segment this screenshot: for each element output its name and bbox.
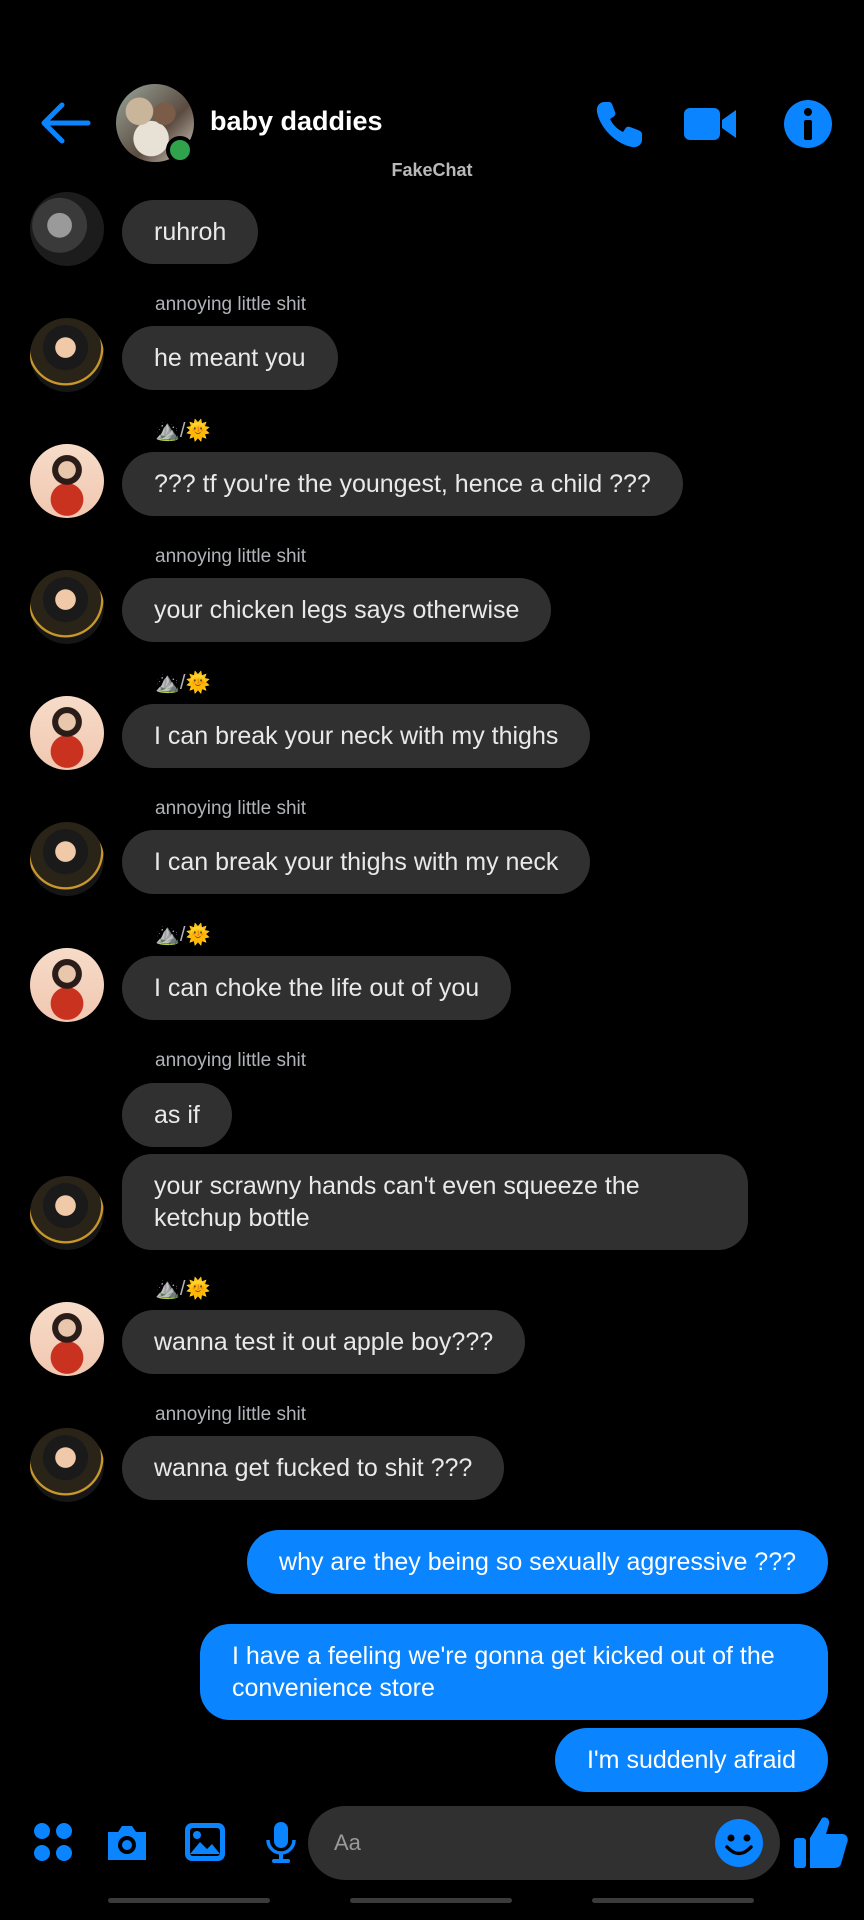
- nav-recent-button[interactable]: [108, 1898, 270, 1903]
- my-message-bubble[interactable]: why are they being so sexually aggressiv…: [247, 1530, 828, 1594]
- sender-name: ⛰️/🌞: [155, 924, 211, 946]
- sender-avatar[interactable]: [30, 444, 104, 518]
- thumbs-up-icon[interactable]: [792, 1814, 850, 1870]
- sender-avatar[interactable]: [30, 822, 104, 896]
- emoji-icon[interactable]: [712, 1816, 766, 1870]
- message-bubble[interactable]: ??? tf you're the youngest, hence a chil…: [122, 452, 683, 516]
- message-input-container[interactable]: [308, 1806, 780, 1880]
- message-bubble[interactable]: wanna get fucked to shit ???: [122, 1436, 505, 1500]
- sender-name: ⛰️/🌞: [155, 420, 211, 442]
- message-bubble[interactable]: as if: [122, 1083, 232, 1147]
- my-message-bubble[interactable]: I have a feeling we're gonna get kicked …: [200, 1624, 828, 1720]
- message-composer: [0, 1800, 864, 1880]
- sender-avatar[interactable]: [30, 1302, 104, 1376]
- nav-home-button[interactable]: [350, 1898, 512, 1903]
- sender-name: ⛰️/🌞: [155, 1278, 211, 1300]
- sender-avatar[interactable]: [30, 1428, 104, 1502]
- message-bubble[interactable]: I can break your thighs with my neck: [122, 830, 591, 894]
- watermark-text: FakeChat: [391, 160, 473, 180]
- sender-avatar[interactable]: [30, 318, 104, 392]
- message-bubble[interactable]: I can choke the life out of you: [122, 956, 512, 1020]
- info-icon[interactable]: [780, 96, 836, 152]
- message-bubble[interactable]: I can break your neck with my thighs: [122, 704, 591, 768]
- message-bubble[interactable]: wanna test it out apple boy???: [122, 1310, 526, 1374]
- sender-name: annoying little shit: [155, 1050, 307, 1071]
- arrow-left-icon[interactable]: [38, 100, 92, 146]
- sender-name: annoying little shit: [155, 546, 307, 567]
- sender-name: annoying little shit: [155, 798, 307, 819]
- chat-title[interactable]: baby daddies: [210, 106, 383, 137]
- message-bubble[interactable]: he meant you: [122, 326, 338, 390]
- sender-name: annoying little shit: [155, 294, 307, 315]
- message-bubble[interactable]: your scrawny hands can't even squeeze th…: [122, 1154, 748, 1250]
- message-input[interactable]: [334, 1824, 694, 1862]
- apps-icon[interactable]: [30, 1820, 76, 1864]
- microphone-icon[interactable]: [258, 1820, 304, 1864]
- sender-avatar[interactable]: [30, 696, 104, 770]
- phone-icon[interactable]: [592, 96, 648, 152]
- camera-icon[interactable]: [104, 1820, 150, 1864]
- chat-header: baby daddies: [0, 78, 864, 168]
- nav-back-button[interactable]: [592, 1898, 754, 1903]
- video-camera-icon[interactable]: [682, 96, 738, 152]
- my-message-bubble[interactable]: I'm suddenly afraid: [554, 1728, 828, 1792]
- message-bubble[interactable]: your chicken legs says otherwise: [122, 578, 552, 642]
- sender-avatar[interactable]: [30, 192, 104, 266]
- sender-avatar[interactable]: [30, 948, 104, 1022]
- sender-name: ⛰️/🌞: [155, 672, 211, 694]
- gallery-icon[interactable]: [182, 1820, 228, 1864]
- sender-avatar[interactable]: [30, 1176, 104, 1250]
- sender-avatar[interactable]: [30, 570, 104, 644]
- sender-name: annoying little shit: [155, 1404, 307, 1425]
- message-bubble[interactable]: ruhroh: [122, 200, 259, 264]
